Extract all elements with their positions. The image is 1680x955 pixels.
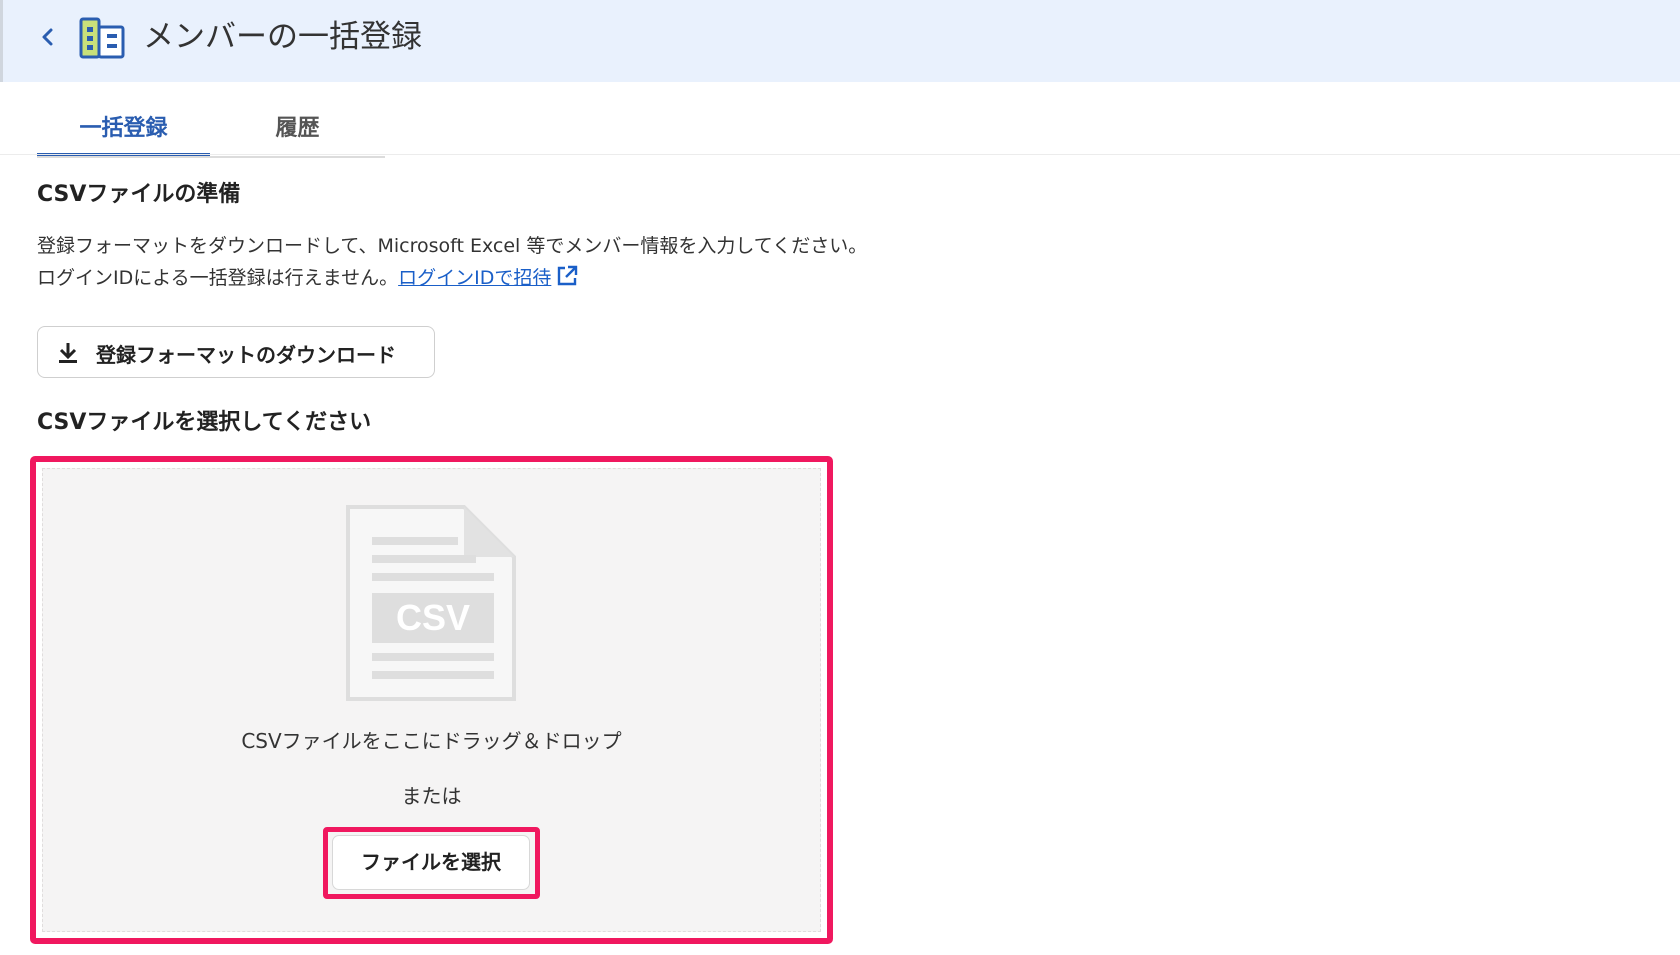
drag-drop-text: CSVファイルをここにドラッグ＆ドロップ [241, 729, 622, 753]
page-header: メンバーの一括登録 [0, 0, 1680, 82]
or-text: または [401, 784, 462, 808]
select-section-title: CSVファイルを選択してください [37, 410, 372, 435]
download-format-label: 登録フォーマットのダウンロード [96, 343, 396, 367]
choose-file-button[interactable]: ファイルを選択 [332, 835, 530, 890]
login-id-notice: ログインIDによる一括登録は行えません。 [37, 267, 399, 289]
invite-by-login-id-link[interactable]: ログインIDで招待 [398, 267, 551, 289]
csv-file-icon: CSV [346, 505, 516, 701]
external-link-icon[interactable] [555, 264, 579, 298]
chevron-left-icon[interactable] [37, 25, 59, 49]
prepare-description-line2: ログインIDによる一括登録は行えません。ログインIDで招待 [37, 262, 579, 298]
tab-bar: 一括登録 履歴 [37, 104, 385, 158]
download-format-button[interactable]: 登録フォーマットのダウンロード [37, 326, 435, 378]
prepare-section-title: CSVファイルの準備 [37, 182, 241, 207]
csv-icon-label: CSV [396, 597, 470, 638]
page-title: メンバーの一括登録 [143, 19, 422, 55]
member-directory-icon [79, 17, 125, 59]
tab-history[interactable]: 履歴 [210, 104, 385, 156]
tab-bulk-register[interactable]: 一括登録 [37, 104, 210, 156]
divider [0, 154, 1680, 155]
prepare-description-line1: 登録フォーマットをダウンロードして、Microsoft Excel 等でメンバー… [37, 235, 868, 257]
download-icon [56, 341, 80, 369]
